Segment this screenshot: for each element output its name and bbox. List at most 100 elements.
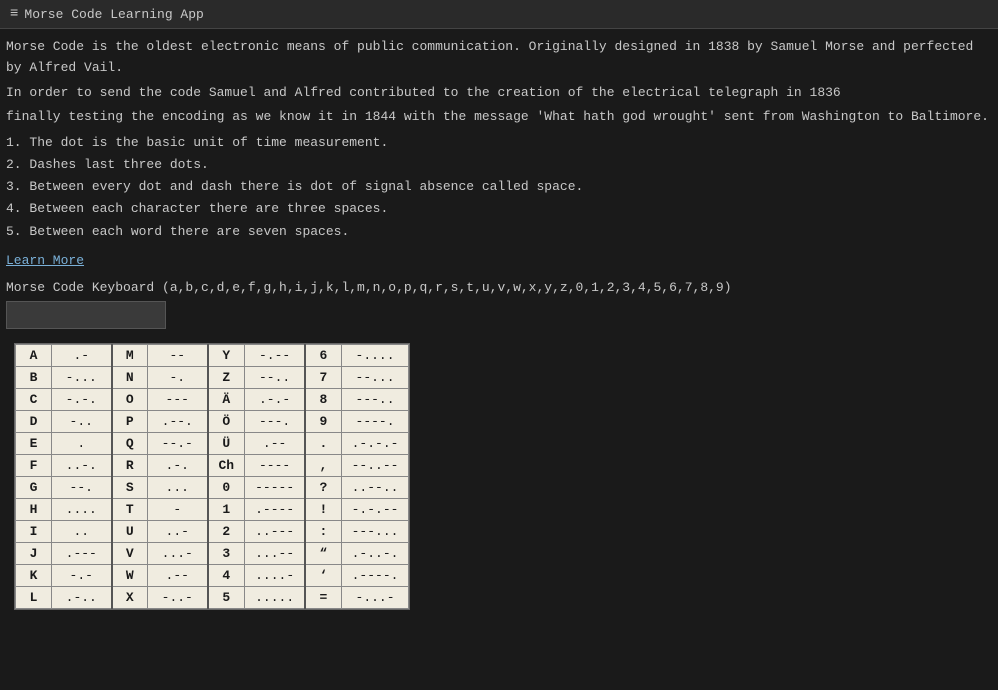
morse-char: Z [208, 366, 245, 388]
morse-char: B [16, 366, 52, 388]
morse-code: .-- [245, 432, 306, 454]
morse-char: ! [305, 498, 341, 520]
morse-code: -.-. [52, 388, 112, 410]
intro-line3: finally testing the encoding as we know … [6, 107, 992, 128]
morse-char: T [112, 498, 148, 520]
rule-3: 3. Between every dot and dash there is d… [6, 176, 992, 198]
morse-code: ... [148, 476, 208, 498]
morse-code: ---. [245, 410, 306, 432]
morse-code: --..-- [341, 454, 409, 476]
morse-code: -.-.-- [341, 498, 409, 520]
morse-char: I [16, 520, 52, 542]
morse-code: ----. [341, 410, 409, 432]
morse-code: -... [52, 366, 112, 388]
morse-code: ---... [341, 520, 409, 542]
morse-char: L [16, 586, 52, 608]
morse-char: 8 [305, 388, 341, 410]
morse-char: V [112, 542, 148, 564]
keyboard-label: Morse Code Keyboard (a,b,c,d,e,f,g,h,i,j… [6, 280, 992, 295]
morse-code: ---.. [341, 388, 409, 410]
morse-code: .-.-.- [341, 432, 409, 454]
morse-code: ...- [148, 542, 208, 564]
intro-line1: Morse Code is the oldest electronic mean… [6, 37, 992, 79]
morse-code: -.- [52, 564, 112, 586]
morse-code: -...- [341, 586, 409, 608]
morse-char: 4 [208, 564, 245, 586]
intro-line2: In order to send the code Samuel and Alf… [6, 83, 992, 104]
morse-code: . [52, 432, 112, 454]
morse-code: --- [148, 388, 208, 410]
morse-char: = [305, 586, 341, 608]
morse-char: P [112, 410, 148, 432]
morse-code: ..--.. [341, 476, 409, 498]
morse-code: .-- [148, 564, 208, 586]
morse-char: H [16, 498, 52, 520]
morse-code: ...-- [245, 542, 306, 564]
morse-code: ---- [245, 454, 306, 476]
morse-code: -. [148, 366, 208, 388]
morse-code: .. [52, 520, 112, 542]
morse-char: N [112, 366, 148, 388]
morse-char: , [305, 454, 341, 476]
rules-list: 1. The dot is the basic unit of time mea… [6, 132, 992, 242]
morse-char: X [112, 586, 148, 608]
morse-char: . [305, 432, 341, 454]
morse-table-container: A.-M--Y-.--6-....B-...N-.Z--..7--...C-.-… [14, 343, 410, 610]
morse-code: - [148, 498, 208, 520]
app-icon: ≡ [10, 6, 18, 22]
morse-code: .- [52, 344, 112, 366]
rule-1: 1. The dot is the basic unit of time mea… [6, 132, 992, 154]
morse-code: --... [341, 366, 409, 388]
morse-char: “ [305, 542, 341, 564]
morse-code: ..... [245, 586, 306, 608]
morse-code: --.- [148, 432, 208, 454]
morse-char: J [16, 542, 52, 564]
morse-code: .-. [148, 454, 208, 476]
morse-char: S [112, 476, 148, 498]
morse-code: --.. [245, 366, 306, 388]
morse-char: ? [305, 476, 341, 498]
morse-char: K [16, 564, 52, 586]
morse-char: Q [112, 432, 148, 454]
morse-code: ----- [245, 476, 306, 498]
learn-more-link[interactable]: Learn More [6, 253, 84, 268]
morse-code: -- [148, 344, 208, 366]
morse-char: D [16, 410, 52, 432]
morse-char: R [112, 454, 148, 476]
morse-code: .----. [341, 564, 409, 586]
morse-char: A [16, 344, 52, 366]
morse-char: F [16, 454, 52, 476]
morse-code: ..--- [245, 520, 306, 542]
morse-table: A.-M--Y-.--6-....B-...N-.Z--..7--...C-.-… [15, 344, 409, 609]
morse-char: M [112, 344, 148, 366]
morse-code: .-..-. [341, 542, 409, 564]
morse-char: E [16, 432, 52, 454]
rule-4: 4. Between each character there are thre… [6, 198, 992, 220]
morse-code: -..- [148, 586, 208, 608]
keyboard-input[interactable] [6, 301, 166, 329]
morse-code: ....- [245, 564, 306, 586]
morse-char: 9 [305, 410, 341, 432]
morse-char: Ü [208, 432, 245, 454]
morse-char: U [112, 520, 148, 542]
morse-char: W [112, 564, 148, 586]
morse-char: O [112, 388, 148, 410]
morse-code: .-.- [245, 388, 306, 410]
morse-char: : [305, 520, 341, 542]
morse-code: -.. [52, 410, 112, 432]
morse-code: ..-. [52, 454, 112, 476]
morse-char: Ö [208, 410, 245, 432]
morse-char: 6 [305, 344, 341, 366]
morse-code: -.-- [245, 344, 306, 366]
content-area: Morse Code is the oldest electronic mean… [0, 29, 998, 620]
morse-char: 7 [305, 366, 341, 388]
rule-5: 5. Between each word there are seven spa… [6, 221, 992, 243]
morse-char: 1 [208, 498, 245, 520]
morse-code: .--- [52, 542, 112, 564]
keyboard-input-row [6, 301, 992, 329]
morse-char: 3 [208, 542, 245, 564]
morse-char: ‘ [305, 564, 341, 586]
morse-char: 2 [208, 520, 245, 542]
morse-char: 5 [208, 586, 245, 608]
morse-char: Y [208, 344, 245, 366]
